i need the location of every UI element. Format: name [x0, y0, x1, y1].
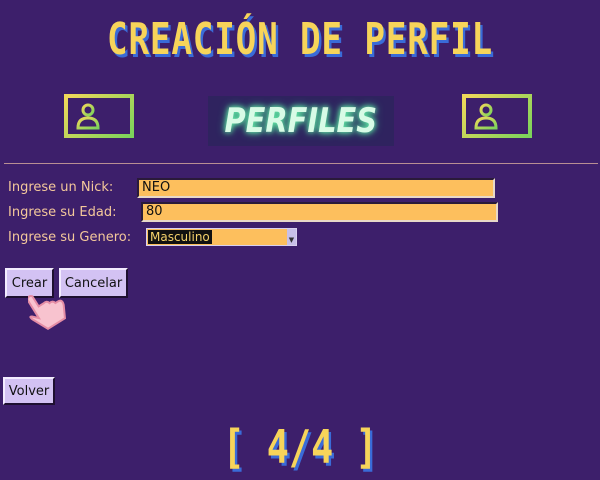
gender-select[interactable]: Masculino ▼: [146, 228, 297, 246]
profiles-banner: PERFILES: [208, 96, 394, 146]
pointer-cursor-icon: [28, 295, 67, 331]
age-label: Ingrese su Edad:: [8, 205, 117, 220]
id-card-icon: [462, 94, 532, 138]
nick-label: Ingrese un Nick:: [8, 180, 114, 195]
back-button[interactable]: Volver: [3, 377, 55, 405]
page-counter: [ 4/4 ]: [222, 420, 378, 474]
id-card-icon: [64, 94, 134, 138]
divider: [4, 163, 598, 164]
banner-text: PERFILES: [224, 101, 378, 141]
nick-input[interactable]: NEO: [137, 178, 495, 198]
age-input[interactable]: 80: [141, 202, 498, 222]
gender-label: Ingrese su Genero:: [8, 230, 132, 245]
page-title: CREACIÓN DE PERFIL: [107, 14, 493, 65]
gender-selected: Masculino: [148, 230, 212, 244]
chevron-down-icon[interactable]: ▼: [287, 229, 296, 245]
